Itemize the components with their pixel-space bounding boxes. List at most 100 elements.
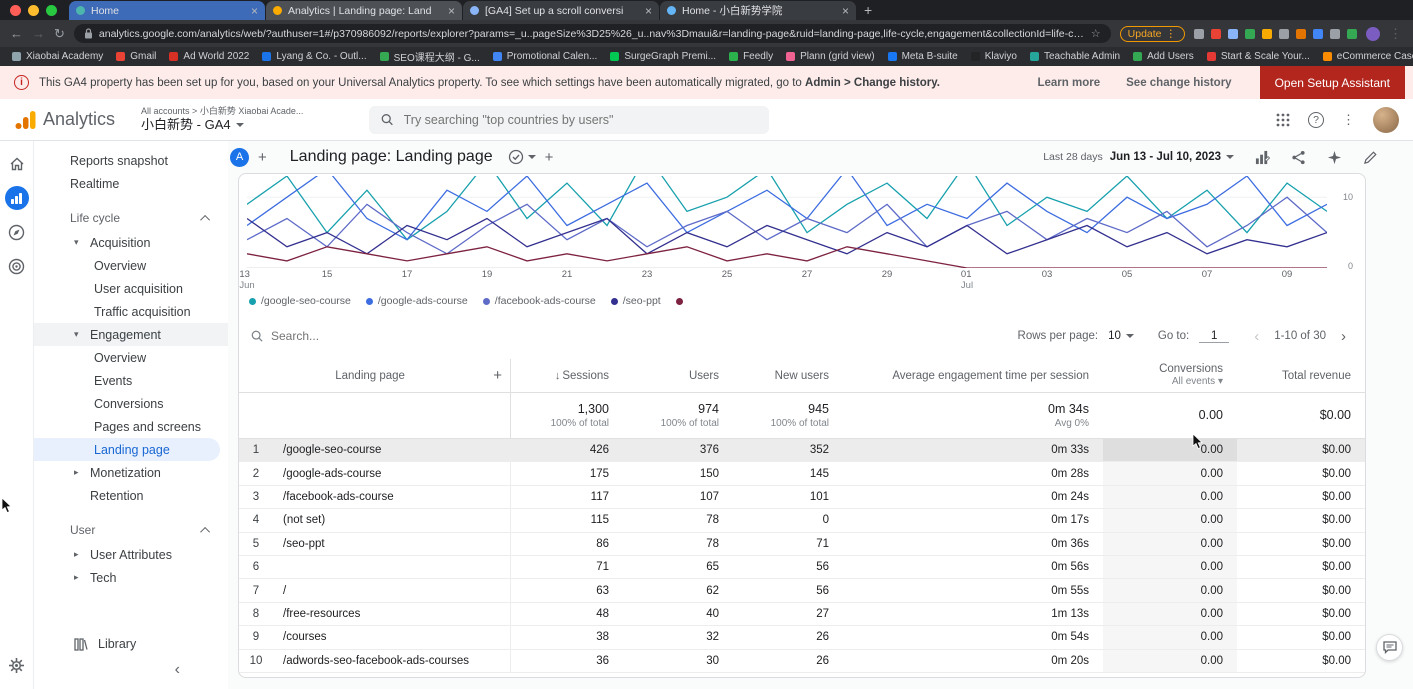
- browser-tab[interactable]: Home - 小白新势学院×: [660, 1, 856, 20]
- bookmark-item[interactable]: Ad World 2022: [169, 51, 249, 62]
- table-row[interactable]: 2/google-ads-course1751501450m 28s0.00$0…: [239, 462, 1365, 485]
- drive-extension-icon[interactable]: [1313, 29, 1323, 39]
- back-button[interactable]: ←: [10, 26, 23, 41]
- bookmark-item[interactable]: Promotional Calen...: [493, 51, 598, 62]
- table-row[interactable]: 9/courses3832260m 54s0.00$0.00: [239, 626, 1365, 649]
- bookmark-item[interactable]: Teachable Admin: [1030, 51, 1120, 62]
- edit-pencil-icon[interactable]: [1363, 150, 1378, 165]
- clip-extension-icon[interactable]: [1330, 29, 1340, 39]
- forward-button[interactable]: →: [32, 26, 45, 41]
- grammar-extension-icon[interactable]: [1245, 29, 1255, 39]
- table-row[interactable]: 10/adwords-seo-facebook-ads-courses36302…: [239, 650, 1365, 673]
- add-dimension-icon[interactable]: +: [493, 367, 502, 384]
- browser-profile-avatar[interactable]: [1366, 27, 1380, 41]
- sidebar-item-events[interactable]: Events: [34, 369, 228, 392]
- sidebar-item-monetization[interactable]: ▸Monetization: [34, 461, 228, 484]
- column-header-landing-page[interactable]: Landing page +: [239, 359, 511, 392]
- bookmark-item[interactable]: Plann (grid view): [786, 51, 874, 62]
- analytics-search-bar[interactable]: [369, 106, 769, 134]
- tab-close-icon[interactable]: ×: [251, 5, 258, 17]
- browser-tab[interactable]: [GA4] Set up a scroll conversi×: [463, 1, 659, 20]
- sidebar-item-traffic-acquisition[interactable]: Traffic acquisition: [34, 300, 228, 323]
- gmail-extension-icon[interactable]: [1211, 29, 1221, 39]
- sidebar-item-conversions[interactable]: Conversions: [34, 392, 228, 415]
- sidepanel-extension-icon[interactable]: [1194, 29, 1204, 39]
- sidebar-section-life-cycle[interactable]: Life cycle: [34, 205, 228, 231]
- url-field[interactable]: analytics.google.com/analytics/web/?auth…: [74, 24, 1111, 43]
- sidebar-item-acquisition[interactable]: ▾Acquisition: [34, 231, 228, 254]
- chrome-update-button[interactable]: Update⋮: [1120, 26, 1185, 42]
- bookmark-item[interactable]: Xiaobai Academy: [12, 51, 103, 62]
- google-apps-grid-icon[interactable]: [1276, 113, 1290, 127]
- account-switcher[interactable]: All accounts > 小白新势 Xiaobai Acade... 小白新…: [141, 106, 303, 134]
- column-header-new-users[interactable]: New users: [733, 370, 843, 382]
- insights-icon[interactable]: [1327, 150, 1342, 165]
- date-range-picker[interactable]: Last 28 days Jun 13 - Jul 10, 2023: [1043, 151, 1234, 163]
- next-page-button[interactable]: ›: [1336, 328, 1351, 345]
- customize-report-icon[interactable]: [1255, 150, 1270, 165]
- legend-item[interactable]: [676, 298, 683, 305]
- previous-page-button[interactable]: ‹: [1249, 328, 1264, 345]
- legend-item[interactable]: /facebook-ads-course: [483, 295, 596, 307]
- sidebar-item-overview[interactable]: Overview: [34, 346, 228, 369]
- minimize-window-button[interactable]: [28, 5, 39, 16]
- bookmark-item[interactable]: Gmail: [116, 51, 156, 62]
- admin-gear-icon[interactable]: [5, 653, 29, 677]
- tab-close-icon[interactable]: ×: [448, 5, 455, 17]
- new-tab-button[interactable]: +: [864, 2, 872, 18]
- nav-advertising-icon[interactable]: [5, 254, 29, 278]
- more-options-icon[interactable]: ⋮: [1342, 112, 1355, 128]
- user-avatar[interactable]: [1373, 107, 1399, 133]
- sidebar-item-retention[interactable]: Retention: [34, 484, 228, 507]
- sidebar-item-engagement[interactable]: ▾Engagement: [34, 323, 228, 346]
- bookmark-item[interactable]: Feedly: [729, 51, 773, 62]
- column-header-sessions[interactable]: ↓Sessions: [511, 370, 623, 382]
- table-row[interactable]: 7/6362560m 55s0.00$0.00: [239, 579, 1365, 602]
- browser-tab[interactable]: Home×: [69, 1, 265, 20]
- table-row[interactable]: 67165560m 56s0.00$0.00: [239, 556, 1365, 579]
- column-header-users[interactable]: Users: [623, 370, 733, 382]
- check-circle-icon[interactable]: [508, 149, 524, 165]
- column-header-conversions[interactable]: Conversions All events ▾: [1103, 362, 1237, 389]
- see-change-history-link[interactable]: See change history: [1126, 77, 1231, 89]
- chevron-down-icon[interactable]: [528, 155, 536, 159]
- help-icon[interactable]: ?: [1308, 112, 1324, 128]
- maximize-window-button[interactable]: [46, 5, 57, 16]
- sidebar-item-realtime[interactable]: Realtime: [34, 172, 228, 195]
- learn-more-link[interactable]: Learn more: [1037, 77, 1100, 89]
- bookmark-item[interactable]: SEO课程大纲 - G...: [380, 49, 480, 64]
- tab-close-icon[interactable]: ×: [842, 5, 849, 17]
- column-header-total-revenue[interactable]: Total revenue: [1237, 370, 1365, 382]
- sidebar-item-user-attributes[interactable]: ▸User Attributes: [34, 543, 228, 566]
- bookmark-item[interactable]: Start & Scale Your...: [1207, 51, 1310, 62]
- bookmark-star-icon[interactable]: ☆: [1091, 27, 1101, 40]
- feedback-button[interactable]: [1376, 634, 1403, 661]
- browser-menu-icon[interactable]: ⋮: [1389, 26, 1403, 42]
- tab-close-icon[interactable]: ×: [645, 5, 652, 17]
- table-row[interactable]: 4(not set)1157800m 17s0.00$0.00: [239, 509, 1365, 532]
- table-search-input[interactable]: [271, 329, 421, 343]
- analytics-search-input[interactable]: [404, 113, 758, 127]
- docs-extension-icon[interactable]: [1228, 29, 1238, 39]
- legend-item[interactable]: /google-ads-course: [366, 295, 468, 307]
- rows-per-page-select[interactable]: 10: [1108, 330, 1134, 342]
- nav-explore-icon[interactable]: [5, 220, 29, 244]
- legend-item[interactable]: /seo-ppt: [611, 295, 661, 307]
- table-search[interactable]: [251, 329, 421, 343]
- sidebar-collapse-button[interactable]: ‹: [34, 657, 228, 683]
- check-extension-icon[interactable]: [1347, 29, 1357, 39]
- table-row[interactable]: 5/seo-ppt8678710m 36s0.00$0.00: [239, 533, 1365, 556]
- sidebar-item-tech[interactable]: ▸Tech: [34, 566, 228, 589]
- sidebar-section-user[interactable]: User: [34, 517, 228, 543]
- meta-extension-icon[interactable]: [1296, 29, 1306, 39]
- comparison-badge[interactable]: A: [230, 148, 249, 167]
- browser-tab[interactable]: Analytics | Landing page: Land×: [266, 1, 462, 20]
- table-row[interactable]: 3/facebook-ads-course1171071010m 24s0.00…: [239, 486, 1365, 509]
- bookmark-item[interactable]: Add Users: [1133, 51, 1194, 62]
- sidebar-item-library[interactable]: Library: [34, 631, 228, 657]
- add-comparison-button[interactable]: +: [258, 149, 267, 166]
- sidebar-item-user-acquisition[interactable]: User acquisition: [34, 277, 228, 300]
- nav-home-icon[interactable]: [5, 152, 29, 176]
- bookmark-item[interactable]: SurgeGraph Premi...: [610, 51, 716, 62]
- goto-page-input[interactable]: [1199, 330, 1229, 343]
